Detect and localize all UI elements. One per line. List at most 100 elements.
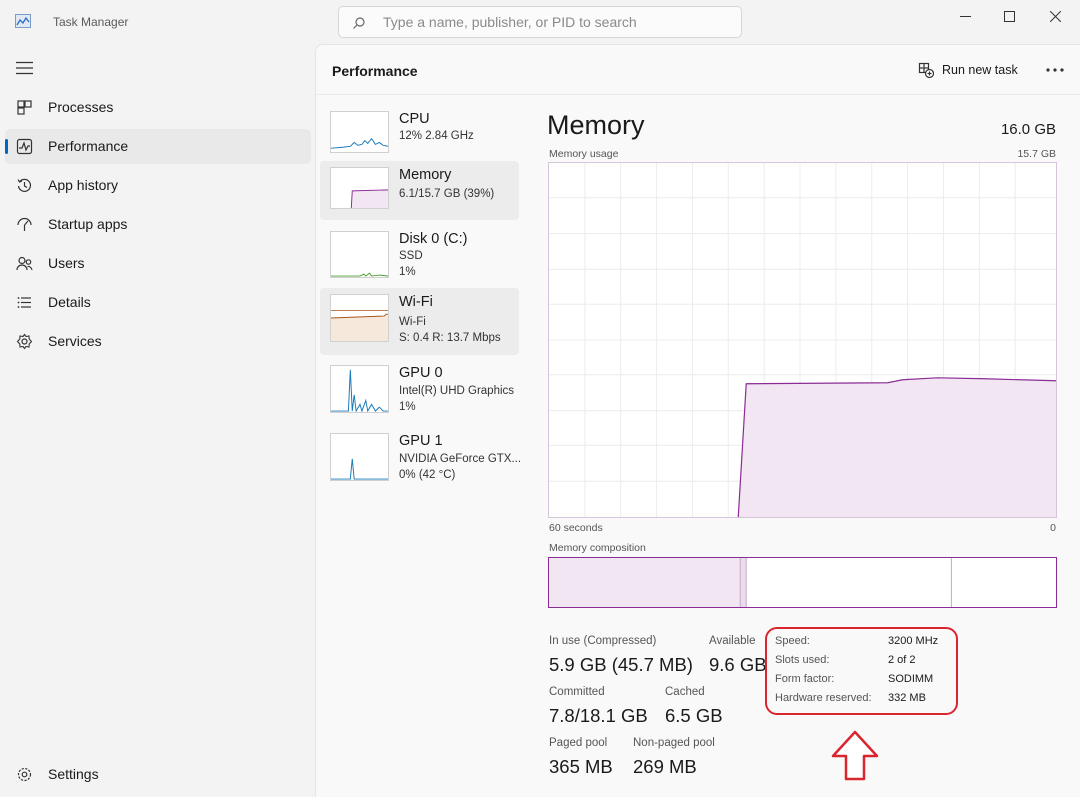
maximize-icon bbox=[1003, 10, 1015, 22]
sidebar-item-app-history[interactable]: App history bbox=[5, 168, 311, 203]
in-use-label: In use (Compressed) bbox=[549, 635, 657, 647]
performance-icon bbox=[16, 138, 33, 155]
minimize-icon bbox=[959, 15, 971, 17]
history-icon bbox=[17, 178, 32, 192]
in-use-value: 5.9 GB (45.7 MB) bbox=[549, 654, 693, 675]
search-input[interactable] bbox=[383, 11, 733, 33]
speed-value: 3200 MHz bbox=[888, 635, 939, 647]
form-factor-label: Form factor: bbox=[775, 673, 835, 685]
maximize-button[interactable] bbox=[986, 0, 1032, 32]
device-name: Memory bbox=[399, 167, 452, 183]
services-icon bbox=[16, 333, 33, 350]
sidebar-item-label: Settings bbox=[48, 766, 99, 782]
device-detail: 12% 2.84 GHz bbox=[399, 130, 474, 142]
committed-label: Committed bbox=[549, 686, 605, 698]
details-icon bbox=[17, 297, 31, 308]
sidebar-item-label: Details bbox=[48, 294, 91, 310]
memory-usage-graph bbox=[548, 162, 1057, 518]
search-icon bbox=[353, 17, 365, 29]
slots-value: 2 of 2 bbox=[888, 654, 916, 666]
memory-thumbnail bbox=[330, 167, 389, 209]
memory-composition-label: Memory composition bbox=[549, 542, 646, 554]
device-detail: 6.1/15.7 GB (39%) bbox=[399, 188, 495, 200]
main-pane: Performance Run new task CPU 12% 2.84 GH… bbox=[315, 44, 1080, 797]
sidebar-item-label: Processes bbox=[48, 99, 114, 115]
device-item-gpu0[interactable]: GPU 0 Intel(R) UHD Graphics 1% bbox=[320, 359, 519, 421]
device-detail: 1% bbox=[399, 266, 416, 278]
sidebar-item-label: Performance bbox=[48, 138, 129, 154]
device-item-disk[interactable]: Disk 0 (C:) SSD 1% bbox=[320, 225, 519, 285]
hardware-reserved-label: Hardware reserved: bbox=[775, 692, 872, 704]
paged-pool-value: 365 MB bbox=[549, 756, 613, 777]
device-detail: SSD bbox=[399, 250, 423, 262]
gpu1-thumbnail bbox=[330, 433, 389, 481]
device-detail: NVIDIA GeForce GTX... bbox=[399, 453, 522, 465]
processes-icon bbox=[17, 100, 32, 115]
memory-usage-max: 15.7 GB bbox=[1017, 148, 1056, 160]
device-name: GPU 1 bbox=[399, 433, 443, 449]
nonpaged-pool-value: 269 MB bbox=[633, 756, 697, 777]
cpu-thumbnail bbox=[330, 111, 389, 153]
sidebar-item-startup-apps[interactable]: Startup apps bbox=[5, 207, 311, 242]
device-item-memory[interactable]: Memory 6.1/15.7 GB (39%) bbox=[320, 161, 519, 220]
speed-label: Speed: bbox=[775, 635, 810, 647]
close-icon bbox=[1049, 10, 1061, 22]
users-icon bbox=[16, 256, 33, 271]
sidebar-item-label: Users bbox=[48, 255, 85, 271]
sidebar-item-label: Startup apps bbox=[48, 216, 128, 232]
startup-icon bbox=[17, 217, 32, 231]
main-header: Performance Run new task bbox=[316, 45, 1080, 95]
device-detail: Intel(R) UHD Graphics bbox=[399, 385, 515, 397]
device-detail: 0% (42 °C) bbox=[399, 469, 456, 481]
device-item-cpu[interactable]: CPU 12% 2.84 GHz bbox=[320, 105, 519, 163]
sidebar-item-processes[interactable]: Processes bbox=[5, 90, 311, 125]
memory-usage-label: Memory usage bbox=[549, 148, 619, 160]
graph-time-right: 0 bbox=[1050, 522, 1056, 534]
app-title: Task Manager bbox=[53, 15, 129, 29]
sidebar-item-label: App history bbox=[48, 177, 119, 193]
up-arrow-icon bbox=[831, 730, 879, 781]
device-name: CPU bbox=[399, 111, 430, 127]
run-task-label: Run new task bbox=[942, 63, 1018, 77]
sidebar-item-settings[interactable]: Settings bbox=[5, 757, 311, 792]
sidebar-item-users[interactable]: Users bbox=[5, 246, 311, 281]
wifi-thumbnail bbox=[330, 294, 389, 342]
hamburger-menu-icon[interactable] bbox=[16, 61, 33, 75]
paged-pool-label: Paged pool bbox=[549, 737, 608, 749]
sidebar-item-details[interactable]: Details bbox=[5, 285, 311, 320]
task-manager-icon bbox=[15, 14, 31, 28]
memory-title: Memory bbox=[547, 110, 645, 140]
page-title: Performance bbox=[332, 63, 418, 79]
run-new-task-button[interactable]: Run new task bbox=[918, 59, 1018, 81]
gear-icon bbox=[17, 767, 32, 782]
device-name: GPU 0 bbox=[399, 365, 443, 381]
more-icon bbox=[1046, 68, 1064, 72]
minimize-button[interactable] bbox=[942, 0, 988, 32]
available-label: Available bbox=[709, 635, 756, 647]
hardware-reserved-value: 332 MB bbox=[888, 692, 926, 704]
gpu0-thumbnail bbox=[330, 365, 389, 413]
available-value: 9.6 GB bbox=[709, 654, 767, 675]
sidebar-item-services[interactable]: Services bbox=[5, 324, 311, 359]
device-item-wifi[interactable]: Wi-Fi Wi-Fi S: 0.4 R: 13.7 Mbps bbox=[320, 288, 519, 355]
device-detail: S: 0.4 R: 13.7 Mbps bbox=[399, 332, 501, 344]
device-name: Disk 0 (C:) bbox=[399, 231, 468, 247]
more-options-button[interactable] bbox=[1040, 59, 1070, 81]
run-task-icon bbox=[918, 62, 934, 78]
search-box[interactable] bbox=[338, 6, 742, 38]
close-button[interactable] bbox=[1032, 0, 1078, 32]
device-name: Wi-Fi bbox=[399, 294, 433, 310]
form-factor-value: SODIMM bbox=[888, 673, 934, 685]
device-detail: 1% bbox=[399, 401, 416, 413]
device-item-gpu1[interactable]: GPU 1 NVIDIA GeForce GTX... 0% (42 °C) bbox=[320, 427, 522, 489]
title-bar: Task Manager bbox=[0, 0, 1080, 44]
sidebar-item-label: Services bbox=[48, 333, 102, 349]
device-detail: Wi-Fi bbox=[399, 316, 426, 328]
graph-time-left: 60 seconds bbox=[549, 522, 603, 534]
memory-composition-bar bbox=[548, 557, 1057, 608]
nonpaged-pool-label: Non-paged pool bbox=[633, 737, 715, 749]
memory-total: 16.0 GB bbox=[1000, 121, 1056, 138]
cached-value: 6.5 GB bbox=[665, 705, 723, 726]
slots-label: Slots used: bbox=[775, 654, 830, 666]
sidebar-item-performance[interactable]: Performance bbox=[5, 129, 311, 164]
